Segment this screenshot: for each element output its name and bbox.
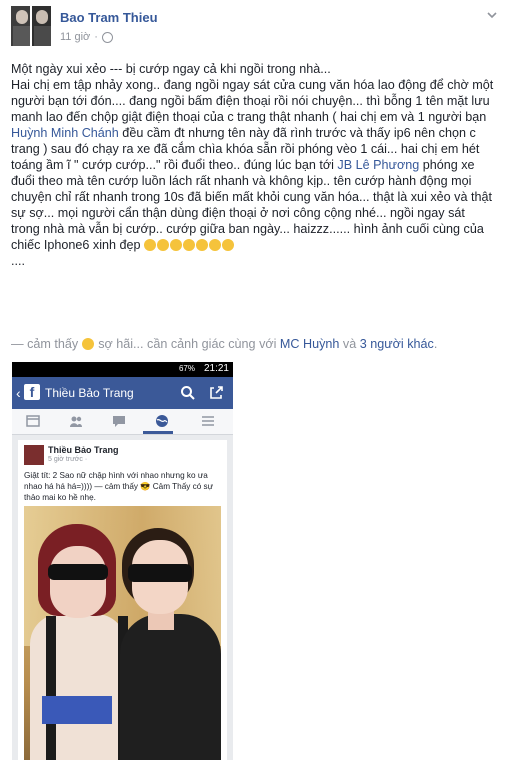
news-feed-icon (26, 415, 40, 427)
mention-jb-le-phuong[interactable]: JB Lê Phương (337, 158, 419, 172)
cry-emoji-icon (183, 239, 196, 251)
shared-post-card: Thiều Bảo Trang 5 giờ trước · Giật tít: … (18, 440, 227, 760)
separator-dot: · (94, 31, 98, 43)
cry-emoji-icon (222, 239, 235, 251)
post-photo[interactable]: 67% 21:21 ‹ f Thiều Bảo Trang Thiều Bảo … (12, 362, 233, 760)
card-text: Giật tít: 2 Sao nữ chập hình với nhao nh… (24, 471, 214, 502)
card-time: 5 giờ trước · (48, 456, 88, 463)
friends-icon (70, 416, 82, 427)
fb-tab-bar (12, 409, 233, 435)
avatar (24, 445, 44, 465)
post-paragraph: Hai chị em tập nhảy xong.. đang ngồi nga… (11, 78, 494, 252)
phone-status-bar: 67% 21:21 (12, 362, 233, 377)
post-body: Một ngày xui xẻo --- bị cướp ngay cả khi… (11, 61, 497, 269)
globe-icon[interactable] (101, 31, 113, 43)
selfie-photo (24, 506, 221, 760)
menu-icon (202, 416, 214, 426)
cry-emoji-icon (196, 239, 209, 251)
globe-icon (156, 415, 168, 427)
post-time[interactable]: 11 giờ (60, 31, 90, 43)
back-icon: ‹ (16, 385, 21, 401)
search-icon (181, 386, 195, 400)
avatar[interactable] (11, 6, 51, 46)
post-trailing-dots: .... (11, 254, 25, 268)
facebook-post: Bao Tram Thieu 11 giờ · Một ngày xui xẻo… (0, 0, 506, 767)
laugh-emoji-icon (157, 239, 170, 251)
laugh-emoji-icon (170, 239, 183, 251)
messages-icon (113, 416, 125, 427)
share-icon (210, 386, 223, 399)
feeling-line: — cảm thấy sợ hãi... cần cảnh giác cùng … (11, 337, 438, 351)
laugh-emoji-icon (144, 239, 157, 251)
post-meta: 11 giờ · (60, 31, 113, 43)
phone-clock: 21:21 (203, 363, 229, 374)
facebook-logo-icon: f (24, 384, 40, 400)
fb-page-name: Thiều Bảo Trang (45, 386, 134, 400)
mention-huynh-minh-chanh[interactable]: Huỳnh Minh Chánh (11, 126, 119, 140)
card-author-name: Thiều Bảo Trang (48, 445, 119, 455)
sad-emoji-icon (81, 338, 94, 350)
tag-others[interactable]: 3 người khác (360, 337, 434, 351)
fb-app-header: ‹ f Thiều Bảo Trang (12, 377, 233, 409)
post-line-1: Một ngày xui xẻo --- bị cướp ngay cả khi… (11, 62, 331, 76)
author-name[interactable]: Bao Tram Thieu (60, 10, 158, 25)
chevron-down-icon[interactable] (485, 8, 499, 22)
tag-mc-huynh[interactable]: MC Huỳnh (280, 337, 340, 351)
cry-emoji-icon (209, 239, 222, 251)
active-tab-indicator (143, 431, 173, 434)
battery-level: 67% (178, 364, 195, 373)
